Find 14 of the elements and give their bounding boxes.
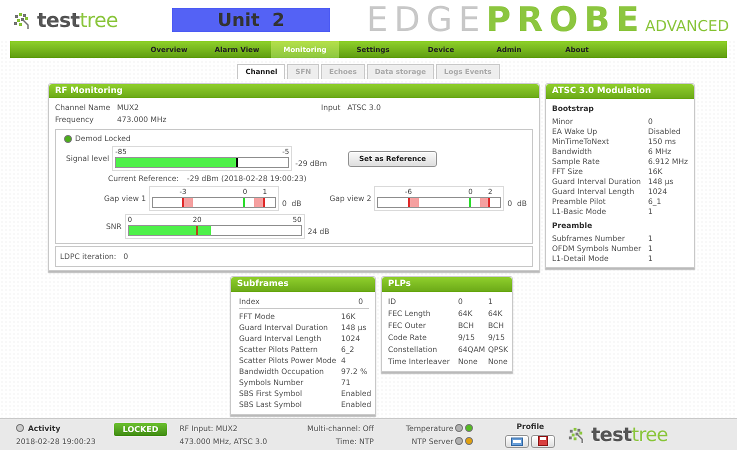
locked-badge: LOCKED (114, 423, 168, 436)
panel-title: Subframes (231, 277, 375, 292)
tolerance-band (480, 198, 490, 207)
logo-text: testtree (591, 424, 668, 446)
save-profile-button[interactable] (531, 434, 556, 448)
logo-text: testtree (37, 8, 118, 32)
unit-banner: Unit 2 (172, 8, 330, 32)
panel-title: ATSC 3.0 Modulation (546, 84, 694, 99)
tolerance-band (183, 198, 194, 207)
folder-icon (511, 436, 524, 446)
panel-title: PLPs (382, 277, 512, 292)
panel-title: RF Monitoring (49, 84, 539, 98)
load-profile-button[interactable] (505, 434, 530, 448)
tolerance-band (254, 198, 264, 207)
